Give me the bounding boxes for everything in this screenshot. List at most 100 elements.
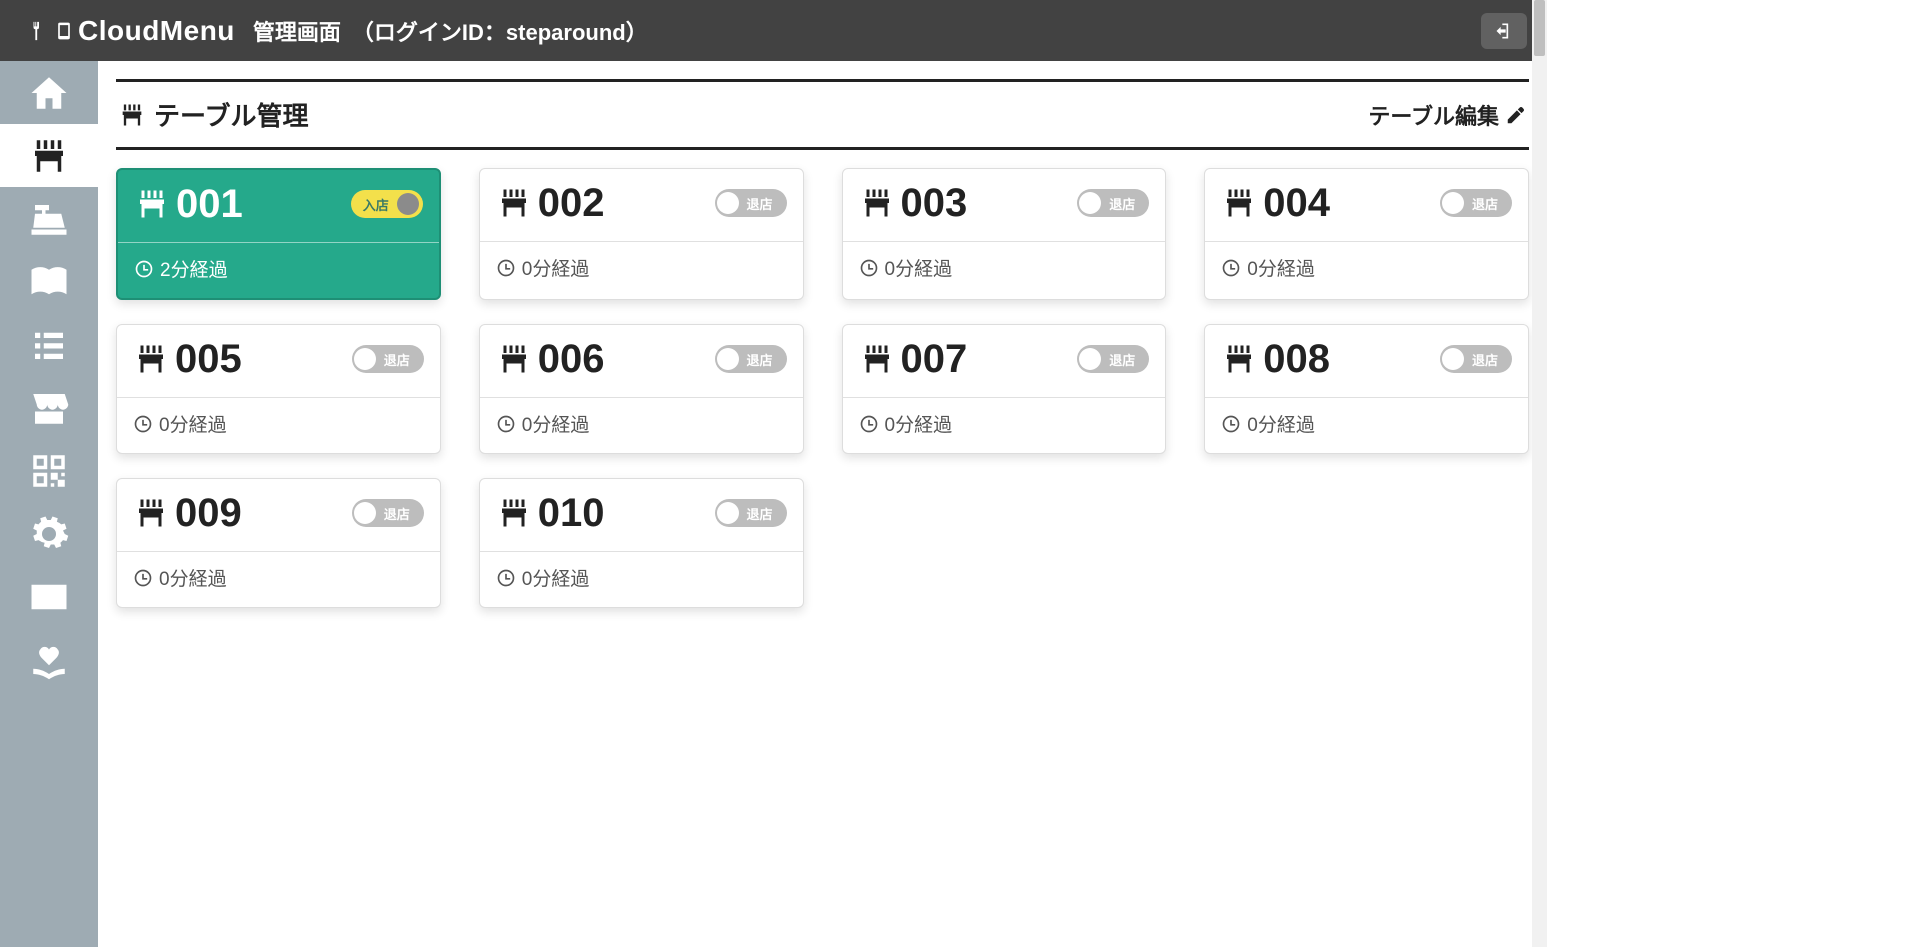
table-card-header: 003退店 [843,169,1166,241]
clock-icon [496,258,516,278]
status-toggle[interactable]: 退店 [715,499,787,527]
edit-tables-label: テーブル編集 [1368,99,1499,131]
status-toggle[interactable]: 入店 [351,190,423,218]
gear-icon [28,513,70,555]
elapsed-time: 0分経過 [522,564,590,591]
logo-fork-icon [28,18,50,44]
scrollbar[interactable] [1532,0,1547,947]
table-card[interactable]: 009 退店 0分経過 [116,478,441,608]
toggle-label: 退店 [739,350,783,369]
sidebar-item-staff[interactable] [0,565,98,628]
table-card-footer: 0分経過 [117,552,440,607]
status-toggle[interactable]: 退店 [1440,189,1512,217]
table-card[interactable]: 006退店 0分経過 [479,324,804,454]
table-number: 009 [175,493,242,533]
table-number: 002 [538,183,605,223]
top-bar: CloudMenu 管理画面 （ログインID：steparound） [0,0,1547,61]
toggle-label: 退店 [739,194,783,213]
sidebar-item-tables[interactable] [0,124,98,187]
sidebar-item-home[interactable] [0,61,98,124]
sidebar-item-settings[interactable] [0,502,98,565]
sidebar-item-store[interactable] [0,376,98,439]
chair-icon [134,186,170,222]
toggle-knob [1079,348,1101,370]
chair-icon [133,341,169,377]
table-card[interactable]: 008退店0分経過 [1204,324,1529,454]
table-card-footer: 0分経過 [480,552,803,607]
qr-icon [28,450,70,492]
status-toggle[interactable]: 退店 [715,345,787,373]
list-icon [28,324,70,366]
sidebar-item-register[interactable] [0,187,98,250]
table-card-header: 008 退店 [1205,325,1528,397]
table-card-header: 002 退店 [480,169,803,241]
table-number: 010 [538,493,605,533]
toggle-knob [1079,192,1101,214]
sidebar-item-menu[interactable] [0,250,98,313]
table-card[interactable]: 003退店0分経過 [842,168,1167,300]
sidebar-item-qr[interactable] [0,439,98,502]
home-icon [28,72,70,114]
status-toggle[interactable]: 退店 [352,345,424,373]
edit-tables-button[interactable]: テーブル編集 [1368,99,1527,131]
table-card-header: 009 退店 [117,479,440,551]
toggle-knob [397,193,419,215]
elapsed-time: 0分経過 [522,410,590,437]
logout-button[interactable] [1481,13,1527,49]
chair-icon [28,135,70,177]
elapsed-time: 0分経過 [885,410,953,437]
book-icon [28,261,70,303]
clock-icon [859,414,879,434]
page-title: テーブル管理 [118,96,308,133]
status-toggle[interactable]: 退店 [1077,189,1149,217]
table-card-header: 010 退店 [480,479,803,551]
status-toggle[interactable]: 退店 [715,189,787,217]
toggle-label: 退店 [1101,194,1145,213]
table-card[interactable]: 002 退店 0分経過 [479,168,804,300]
store-icon [28,387,70,429]
logout-icon [1494,21,1514,41]
table-card[interactable]: 001入店2分経過 [116,168,441,300]
table-card[interactable]: 004退店0分経過 [1204,168,1529,300]
elapsed-time: 0分経過 [159,410,227,437]
clock-icon [496,568,516,588]
sidebar-item-support[interactable] [0,628,98,691]
chair-icon [859,185,895,221]
table-card-footer: 0分経過 [480,242,803,297]
chair-icon [859,341,895,377]
clock-icon [133,414,153,434]
table-card-header: 006退店 [480,325,803,397]
clock-icon [1221,258,1241,278]
table-number: 005 [175,339,242,379]
toggle-label: 退店 [1101,350,1145,369]
main-content: テーブル管理 テーブル編集 001入店2分経過002退店0分経過003退店0分経… [98,61,1547,947]
chair-icon [118,101,146,129]
chair-icon [1221,185,1257,221]
toggle-knob [354,348,376,370]
chair-icon [496,185,532,221]
chair-icon [1221,341,1257,377]
edit-icon [1505,104,1527,126]
logo-phone-icon [54,18,74,44]
table-card[interactable]: 007退店 0分経過 [842,324,1167,454]
toggle-knob [717,502,739,524]
chair-icon [496,495,532,531]
table-card[interactable]: 005 退店 0分経過 [116,324,441,454]
table-card[interactable]: 010 退店 0分経過 [479,478,804,608]
status-toggle[interactable]: 退店 [1440,345,1512,373]
table-card-header: 004退店 [1205,169,1528,241]
status-toggle[interactable]: 退店 [1077,345,1149,373]
card-icon [28,576,70,618]
table-grid: 001入店2分経過002退店0分経過003退店0分経過004退店0分経過005退… [116,168,1529,608]
table-number: 008 [1263,339,1330,379]
sidebar-item-list[interactable] [0,313,98,376]
chair-icon [496,341,532,377]
table-card-header: 007退店 [843,325,1166,397]
table-card-footer: 0分経過 [843,398,1166,453]
toggle-label: 退店 [1464,194,1508,213]
page-title-text: テーブル管理 [154,96,308,133]
scrollbar-thumb[interactable] [1534,0,1545,56]
clock-icon [496,414,516,434]
status-toggle[interactable]: 退店 [352,499,424,527]
table-card-footer: 0分経過 [843,242,1166,297]
